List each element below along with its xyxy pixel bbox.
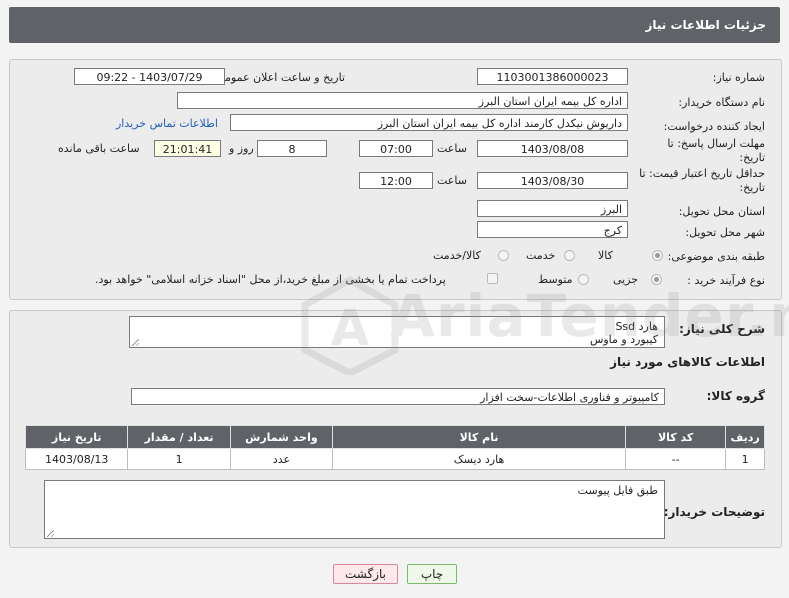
col-row: ردیف — [725, 425, 765, 449]
category-option-goods-service: کالا/خدمت — [433, 249, 481, 262]
goods-group-label: گروه کالا: — [706, 389, 765, 403]
page-header: جزئیات اطلاعات نیاز — [9, 7, 780, 43]
col-quantity: تعداد / مقدار — [127, 425, 231, 449]
treasury-payment-note: پرداخت تمام یا بخشی از مبلغ خرید،از محل … — [95, 273, 446, 286]
validity-label-date: تاریخ: — [739, 181, 765, 194]
col-code: کد کالا — [624, 425, 727, 449]
deadline-time-field: 07:00 — [359, 140, 433, 157]
print-button[interactable]: چاپ — [407, 564, 457, 584]
table-row: 1 -- هارد دیسک عدد 1 1403/08/13 — [24, 448, 765, 470]
validity-label: حداقل تاریخ اعتبار قیمت: تا — [639, 167, 765, 180]
cell-unit: عدد — [229, 448, 334, 470]
cell-code: -- — [624, 448, 727, 470]
city-field: کرج — [477, 221, 628, 238]
back-button[interactable]: بازگشت — [333, 564, 398, 584]
process-radio-medium[interactable] — [578, 274, 589, 285]
col-need-date: تاریخ نیاز — [24, 425, 129, 449]
validity-time-label: ساعت — [437, 174, 467, 187]
buyer-contact-link[interactable]: اطلاعات تماس خریدار — [116, 117, 218, 130]
province-label: استان محل تحویل: — [678, 205, 765, 218]
process-option-minor: جزیی — [613, 273, 639, 286]
deadline-time-label: ساعت — [437, 142, 467, 155]
buyer-notes-textarea[interactable]: طبق فایل پیوست — [44, 480, 665, 539]
remaining-days-field: 8 — [257, 140, 327, 157]
process-radio-minor[interactable] — [651, 274, 662, 285]
deadline-label: مهلت ارسال پاسخ: تا — [667, 137, 765, 150]
announce-datetime-field: 1403/07/29 - 09:22 — [74, 68, 225, 85]
category-radio-service[interactable] — [564, 250, 575, 261]
category-option-service: خدمت — [526, 249, 556, 262]
page-title: جزئیات اطلاعات نیاز — [645, 18, 766, 32]
goods-section-title: اطلاعات کالاهای مورد نیاز — [610, 355, 765, 369]
buyer-org-field: اداره کل بیمه ایران استان البرز — [177, 92, 628, 109]
process-label: نوع فرآیند خرید : — [687, 274, 765, 287]
deadline-label-date: تاریخ: — [739, 151, 765, 164]
remaining-time-label: ساعت باقی مانده — [58, 142, 140, 155]
summary-textarea[interactable]: هارد Ssd کیبورد و ماوس — [129, 316, 665, 348]
validity-date-field: 1403/08/30 — [477, 172, 628, 189]
col-name: نام کالا — [332, 425, 626, 449]
days-label: روز و — [229, 142, 254, 155]
need-number-field: 1103001386000023 — [477, 68, 628, 85]
cell-quantity: 1 — [127, 448, 231, 470]
category-radio-goods-service[interactable] — [498, 250, 509, 261]
cell-need-date: 1403/08/13 — [24, 448, 129, 470]
deadline-date-field: 1403/08/08 — [477, 140, 628, 157]
goods-table: ردیف کد کالا نام کالا واحد شمارش تعداد /… — [24, 425, 765, 470]
goods-table-header: ردیف کد کالا نام کالا واحد شمارش تعداد /… — [24, 425, 765, 449]
need-number-label: شماره نیاز: — [712, 71, 765, 84]
buyer-org-label: نام دستگاه خریدار: — [678, 96, 765, 109]
cell-row: 1 — [725, 448, 765, 470]
goods-group-field: کامپیوتر و فناوری اطلاعات-سخت افزار — [131, 388, 665, 405]
creator-field: داریوش نیکدل کارمند اداره کل بیمه ایران … — [230, 114, 628, 131]
remaining-time-field: 21:01:41 — [154, 140, 221, 157]
category-radio-goods[interactable] — [652, 250, 663, 261]
summary-resize-handle[interactable] — [132, 339, 139, 346]
summary-label: شرح کلی نیاز: — [679, 322, 765, 336]
cell-name: هارد دیسک — [332, 448, 626, 470]
province-field: البرز — [477, 200, 628, 217]
announce-datetime-label: تاریخ و ساعت اعلان عمومی: — [212, 71, 345, 84]
category-label: طبقه بندی موضوعی: — [667, 250, 765, 263]
col-unit: واحد شمارش — [229, 425, 334, 449]
city-label: شهر محل تحویل: — [685, 226, 765, 239]
treasury-payment-checkbox[interactable] — [487, 273, 498, 284]
category-option-goods: کالا — [598, 249, 613, 262]
validity-time-field: 12:00 — [359, 172, 433, 189]
buyer-notes-label: توضیحات خریدار: — [663, 505, 765, 519]
process-option-medium: متوسط — [538, 273, 573, 286]
creator-label: ایجاد کننده درخواست: — [663, 120, 765, 133]
buyer-notes-resize-handle[interactable] — [47, 530, 54, 537]
